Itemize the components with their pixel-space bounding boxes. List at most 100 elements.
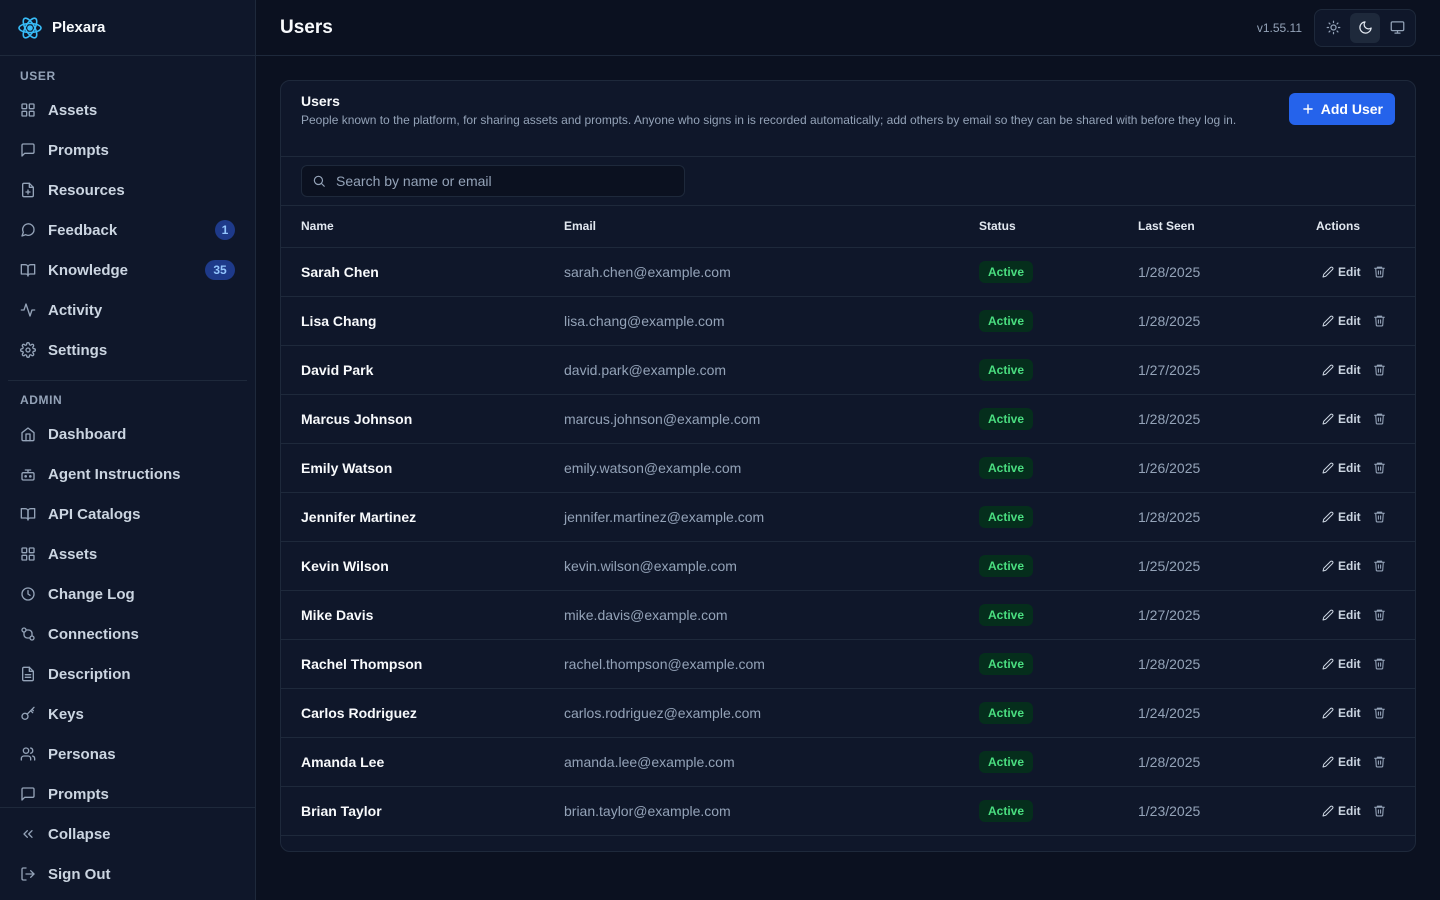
brand[interactable]: Plexara (0, 0, 255, 56)
table-row[interactable]: Marcus Johnson marcus.johnson@example.com… (281, 394, 1415, 444)
table-row[interactable]: Carlos Rodriguez carlos.rodriguez@example… (281, 688, 1415, 738)
sidebar-item-label: Settings (48, 341, 108, 359)
sign-out-button[interactable]: Sign Out (0, 854, 255, 894)
table-row[interactable]: Brian Taylor brian.taylor@example.com Acti… (281, 786, 1415, 836)
sidebar-item-admin-connections[interactable]: Connections (0, 614, 255, 654)
sidebar-item-admin-api-catalogs[interactable]: API Catalogs (0, 494, 255, 534)
user-name: David Park (281, 345, 564, 395)
user-email: mike.davis@example.com (564, 590, 979, 640)
edit-button[interactable]: Edit (1322, 461, 1361, 475)
table-row[interactable]: Amanda Lee amanda.lee@example.com Active 1/… (281, 737, 1415, 787)
delete-button[interactable] (1373, 314, 1386, 327)
table-row[interactable]: Jennifer Martinez jennifer.martinez@examp… (281, 492, 1415, 542)
edit-button[interactable]: Edit (1322, 804, 1361, 818)
column-header-name[interactable]: Name (281, 206, 564, 248)
edit-button[interactable]: Edit (1322, 363, 1361, 377)
sidebar-item-admin-change-log[interactable]: Change Log (0, 574, 255, 614)
sidebar-item-label: Connections (48, 625, 139, 643)
plus-icon (1301, 102, 1315, 116)
edit-button[interactable]: Edit (1322, 412, 1361, 426)
delete-button[interactable] (1373, 657, 1386, 670)
edit-button[interactable]: Edit (1322, 265, 1361, 279)
status-badge: Active (979, 652, 1034, 675)
last-seen: 1/28/2025 (1138, 394, 1316, 444)
delete-button[interactable] (1373, 461, 1386, 474)
edit-label: Edit (1338, 705, 1361, 720)
pencil-icon (1322, 462, 1334, 474)
edit-button[interactable]: Edit (1322, 755, 1361, 769)
delete-button[interactable] (1373, 755, 1386, 768)
sidebar-nav[interactable]: USER Assets Prompts Resources Feedback 1 Know… (0, 56, 255, 807)
status-badge: Active (979, 407, 1034, 430)
sidebar-item-prompts[interactable]: Prompts (0, 130, 255, 170)
table-row[interactable]: Sarah Chen sarah.chen@example.com Active 1/… (281, 247, 1415, 297)
search-input[interactable] (336, 173, 666, 189)
edit-button[interactable]: Edit (1322, 559, 1361, 573)
card-title: Users (301, 93, 340, 109)
chevrons-left-icon (20, 826, 36, 842)
sidebar-item-admin-dashboard[interactable]: Dashboard (0, 414, 255, 454)
user-name: Sarah Chen (281, 247, 564, 297)
sidebar-item-assets[interactable]: Assets (0, 90, 255, 130)
sidebar-item-settings[interactable]: Settings (0, 330, 255, 370)
table-row[interactable]: Lisa Chang lisa.chang@example.com Active 1/… (281, 296, 1415, 346)
table-row[interactable]: Rachel Thompson rachel.thompson@example.c… (281, 639, 1415, 689)
edit-label: Edit (1338, 754, 1361, 769)
delete-button[interactable] (1373, 265, 1386, 278)
column-header-last-seen[interactable]: Last Seen (1138, 206, 1316, 248)
system-theme-button[interactable] (1382, 13, 1412, 43)
table-row[interactable]: Mike Davis mike.davis@example.com Active 1/… (281, 590, 1415, 640)
column-header-email[interactable]: Email (564, 206, 979, 248)
book-icon (20, 262, 36, 278)
sidebar-item-admin-assets[interactable]: Assets (0, 534, 255, 574)
sidebar-item-resources[interactable]: Resources (0, 170, 255, 210)
search-box[interactable] (301, 165, 685, 197)
sidebar-item-activity[interactable]: Activity (0, 290, 255, 330)
collapse-button[interactable]: Collapse (0, 814, 255, 854)
sidebar-item-feedback[interactable]: Feedback 1 (0, 210, 255, 250)
delete-button[interactable] (1373, 804, 1386, 817)
edit-label: Edit (1338, 656, 1361, 671)
edit-button[interactable]: Edit (1322, 314, 1361, 328)
edit-button[interactable]: Edit (1322, 657, 1361, 671)
delete-button[interactable] (1373, 412, 1386, 425)
sidebar-item-label: Feedback (48, 221, 118, 239)
delete-button[interactable] (1373, 510, 1386, 523)
delete-button[interactable] (1373, 608, 1386, 621)
edit-button[interactable]: Edit (1322, 608, 1361, 622)
light-theme-button[interactable] (1318, 13, 1348, 43)
logo-icon (17, 15, 43, 41)
sidebar-item-label: Assets (48, 101, 98, 119)
add-user-button[interactable]: Add User (1288, 93, 1395, 125)
user-name: Emily Watson (281, 443, 564, 493)
edit-button[interactable]: Edit (1322, 706, 1361, 720)
dark-theme-button[interactable] (1350, 12, 1380, 43)
column-header-status[interactable]: Status (979, 206, 1138, 248)
edit-label: Edit (1338, 411, 1361, 426)
add-user-label: Add User (1320, 101, 1383, 117)
users-icon (20, 746, 36, 762)
status-badge: Active (979, 701, 1034, 724)
sidebar-item-knowledge[interactable]: Knowledge 35 (0, 250, 255, 290)
sidebar-item-admin-keys[interactable]: Keys (0, 694, 255, 734)
sun-icon (1326, 20, 1341, 35)
table-row[interactable]: Kevin Wilson kevin.wilson@example.com Acti… (281, 541, 1415, 591)
sidebar-item-admin-description[interactable]: Description (0, 654, 255, 694)
sidebar-item-admin-prompts[interactable]: Prompts (0, 774, 255, 807)
user-name: Amanda Lee (281, 737, 564, 787)
last-seen: 1/28/2025 (1138, 639, 1316, 689)
edit-button[interactable]: Edit (1322, 510, 1361, 524)
pencil-icon (1322, 805, 1334, 817)
table-row[interactable]: David Park david.park@example.com Active 1/… (281, 345, 1415, 395)
page-title: Users (280, 16, 333, 38)
sidebar-item-admin-personas[interactable]: Personas (0, 734, 255, 774)
pencil-icon (1322, 560, 1334, 572)
table-row[interactable]: Emily Watson emily.watson@example.com Acti… (281, 443, 1415, 493)
delete-button[interactable] (1373, 363, 1386, 376)
delete-button[interactable] (1373, 559, 1386, 572)
status-badge: Active (979, 456, 1034, 479)
sidebar-item-admin-agent-instructions[interactable]: Agent Instructions (0, 454, 255, 494)
delete-button[interactable] (1373, 706, 1386, 719)
status-badge: Active (979, 799, 1034, 822)
sidebar-item-label: Keys (48, 705, 84, 723)
